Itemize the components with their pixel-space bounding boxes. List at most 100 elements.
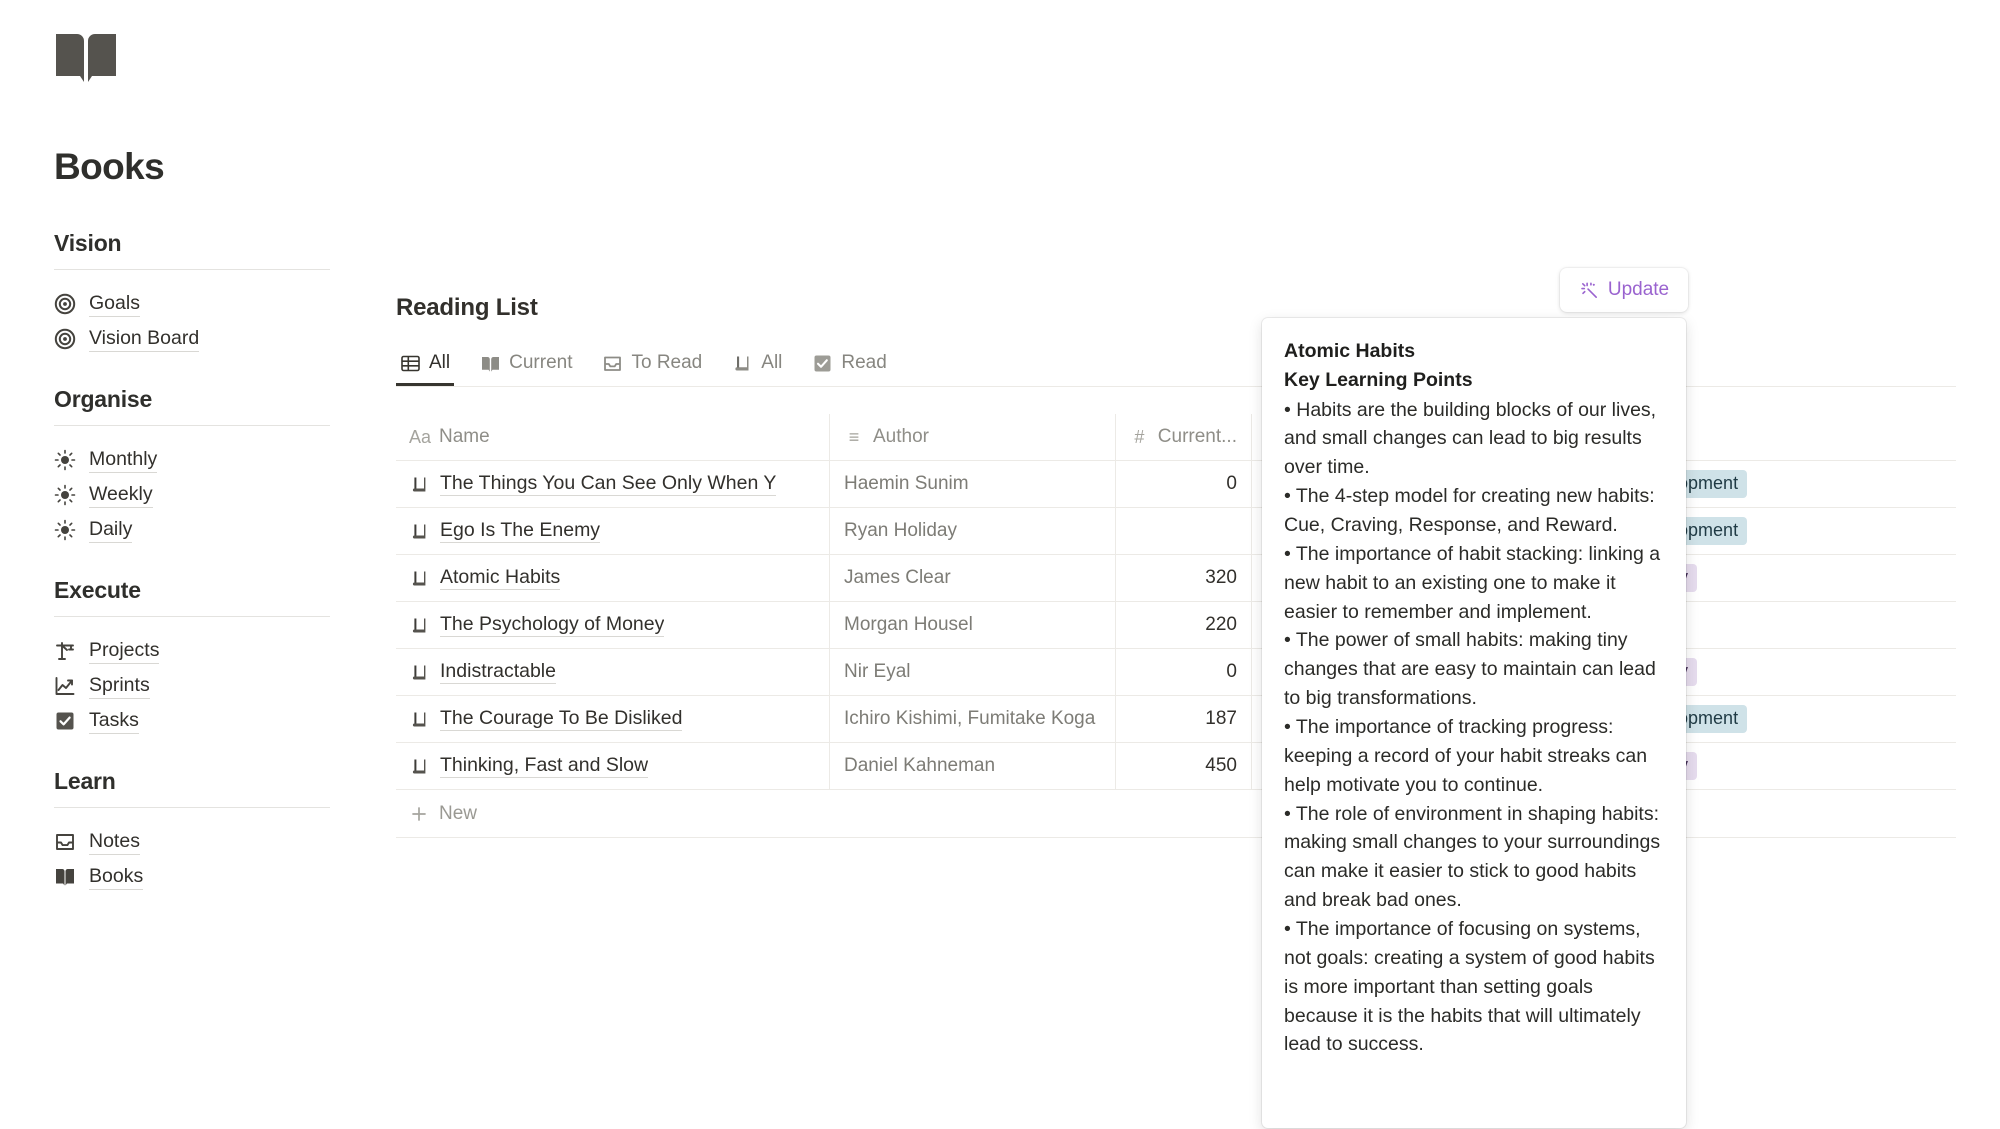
- reading-list-table: AaName ≡Author #Current... ☰Genre The Th…: [396, 414, 1956, 838]
- tab-read[interactable]: Read: [808, 340, 890, 386]
- tab-current[interactable]: Current: [476, 340, 576, 386]
- sidebar-item-label: Projects: [89, 637, 159, 664]
- author-text: Ryan Holiday: [844, 520, 957, 542]
- cell-current[interactable]: 320: [1116, 555, 1252, 601]
- book-title: The Psychology of Money: [440, 613, 664, 637]
- current-page-value: 0: [1226, 661, 1237, 683]
- tab-label: All: [429, 352, 450, 374]
- popup-bullet: • Habits are the building blocks of our …: [1284, 396, 1664, 483]
- author-text: Morgan Housel: [844, 614, 973, 636]
- popup-bullet: • The importance of habit stacking: link…: [1284, 540, 1664, 627]
- view-tabs: All Current To Read: [396, 338, 1956, 386]
- inbox-tray-icon: [602, 353, 623, 374]
- cell-author[interactable]: James Clear: [830, 555, 1116, 601]
- table-header-row: AaName ≡Author #Current... ☰Genre: [396, 414, 1956, 461]
- sidebar-item-weekly[interactable]: Weekly: [54, 477, 330, 512]
- sidebar-item-label: Weekly: [89, 481, 153, 508]
- cell-author[interactable]: Ryan Holiday: [830, 508, 1116, 554]
- sidebar-item-tasks[interactable]: Tasks: [54, 703, 330, 738]
- plus-icon: [410, 805, 428, 823]
- column-label: Name: [439, 426, 490, 448]
- cell-author[interactable]: Nir Eyal: [830, 649, 1116, 695]
- divider: [54, 807, 330, 808]
- current-page-value: 220: [1205, 614, 1237, 636]
- sidebar-section-execute: Execute Projects Sprints Tasks: [54, 577, 330, 738]
- current-page-value: 187: [1205, 708, 1237, 730]
- closed-book-icon: [410, 663, 429, 682]
- author-text: Haemin Sunim: [844, 473, 969, 495]
- cell-author[interactable]: Haemin Sunim: [830, 461, 1116, 507]
- sidebar-item-vision-board[interactable]: Vision Board: [54, 321, 330, 356]
- popup-bullet: • The power of small habits: making tiny…: [1284, 626, 1664, 713]
- sidebar-item-label: Monthly: [89, 446, 157, 473]
- author-text: Nir Eyal: [844, 661, 911, 683]
- tab-all-grid[interactable]: All: [396, 340, 454, 386]
- tab-to-read[interactable]: To Read: [598, 340, 706, 386]
- sidebar-item-daily[interactable]: Daily: [54, 512, 330, 547]
- book-title: The Things You Can See Only When Y: [440, 472, 776, 496]
- table-row[interactable]: The Courage To Be Disliked Ichiro Kishim…: [396, 696, 1956, 743]
- sun-icon: [54, 484, 76, 506]
- cell-name[interactable]: Atomic Habits: [396, 555, 830, 601]
- popup-bullet: • The role of environment in shaping hab…: [1284, 800, 1664, 915]
- text-type-icon: Aa: [410, 427, 430, 448]
- divider: [54, 425, 330, 426]
- popup-bullet: • The 4-step model for creating new habi…: [1284, 482, 1664, 540]
- target-icon: [54, 328, 76, 350]
- popup-title: Atomic Habits: [1284, 337, 1664, 366]
- sidebar-item-books[interactable]: Books: [54, 859, 330, 894]
- closed-book-icon: [732, 353, 753, 374]
- divider: [54, 269, 330, 270]
- app-root: Books Vision Goals Vision Board Organise: [0, 0, 2000, 1129]
- cell-author[interactable]: Morgan Housel: [830, 602, 1116, 648]
- table-row[interactable]: Indistractable Nir Eyal 0 Productivity: [396, 649, 1956, 696]
- cell-current[interactable]: 0: [1116, 461, 1252, 507]
- sidebar-item-projects[interactable]: Projects: [54, 633, 330, 668]
- closed-book-icon: [410, 710, 429, 729]
- tab-all-closed-book[interactable]: All: [728, 340, 786, 386]
- cell-name[interactable]: Indistractable: [396, 649, 830, 695]
- cell-name[interactable]: The Psychology of Money: [396, 602, 830, 648]
- cell-name[interactable]: Ego Is The Enemy: [396, 508, 830, 554]
- cell-current[interactable]: 450: [1116, 743, 1252, 789]
- cell-current[interactable]: 0: [1116, 649, 1252, 695]
- cell-current[interactable]: [1116, 508, 1252, 554]
- column-header-current[interactable]: #Current...: [1116, 414, 1252, 460]
- sidebar-item-notes[interactable]: Notes: [54, 824, 330, 859]
- column-label: Current...: [1158, 426, 1237, 448]
- sidebar-item-monthly[interactable]: Monthly: [54, 442, 330, 477]
- checkbox-checked-icon: [54, 710, 76, 732]
- cell-current[interactable]: 187: [1116, 696, 1252, 742]
- author-text: Ichiro Kishimi, Fumitake Koga: [844, 708, 1095, 730]
- cell-author[interactable]: Daniel Kahneman: [830, 743, 1116, 789]
- cell-author[interactable]: Ichiro Kishimi, Fumitake Koga: [830, 696, 1116, 742]
- column-header-name[interactable]: Aa Name: [396, 414, 830, 460]
- open-book-icon: [480, 353, 501, 374]
- new-row-label: New: [439, 803, 477, 825]
- table-row[interactable]: The Things You Can See Only When Y Haemi…: [396, 461, 1956, 508]
- sidebar: Books Vision Goals Vision Board Organise: [0, 0, 330, 1129]
- column-label: Author: [873, 426, 929, 448]
- table-row[interactable]: Thinking, Fast and Slow Daniel Kahneman …: [396, 743, 1956, 790]
- sidebar-heading-vision: Vision: [54, 230, 330, 269]
- open-book-icon: [54, 30, 118, 86]
- divider: [54, 616, 330, 617]
- table-grid-icon: [400, 353, 421, 374]
- sun-icon: [54, 519, 76, 541]
- update-button[interactable]: Update: [1560, 268, 1688, 312]
- cell-name[interactable]: The Courage To Be Disliked: [396, 696, 830, 742]
- table-row[interactable]: Atomic Habits James Clear 320 Productivi…: [396, 555, 1956, 602]
- table-row[interactable]: The Psychology of Money Morgan Housel 22…: [396, 602, 1956, 649]
- column-header-author[interactable]: ≡Author: [830, 414, 1116, 460]
- sidebar-item-goals[interactable]: Goals: [54, 286, 330, 321]
- new-row-button[interactable]: New: [396, 790, 1956, 838]
- target-icon: [54, 293, 76, 315]
- cell-name[interactable]: Thinking, Fast and Slow: [396, 743, 830, 789]
- cell-current[interactable]: 220: [1116, 602, 1252, 648]
- magic-wand-sparkle-icon: [1579, 280, 1600, 301]
- closed-book-icon: [410, 757, 429, 776]
- table-row[interactable]: Ego Is The Enemy Ryan Holiday Self-Devel…: [396, 508, 1956, 555]
- sidebar-item-sprints[interactable]: Sprints: [54, 668, 330, 703]
- cell-name[interactable]: The Things You Can See Only When Y: [396, 461, 830, 507]
- current-page-value: 320: [1205, 567, 1237, 589]
